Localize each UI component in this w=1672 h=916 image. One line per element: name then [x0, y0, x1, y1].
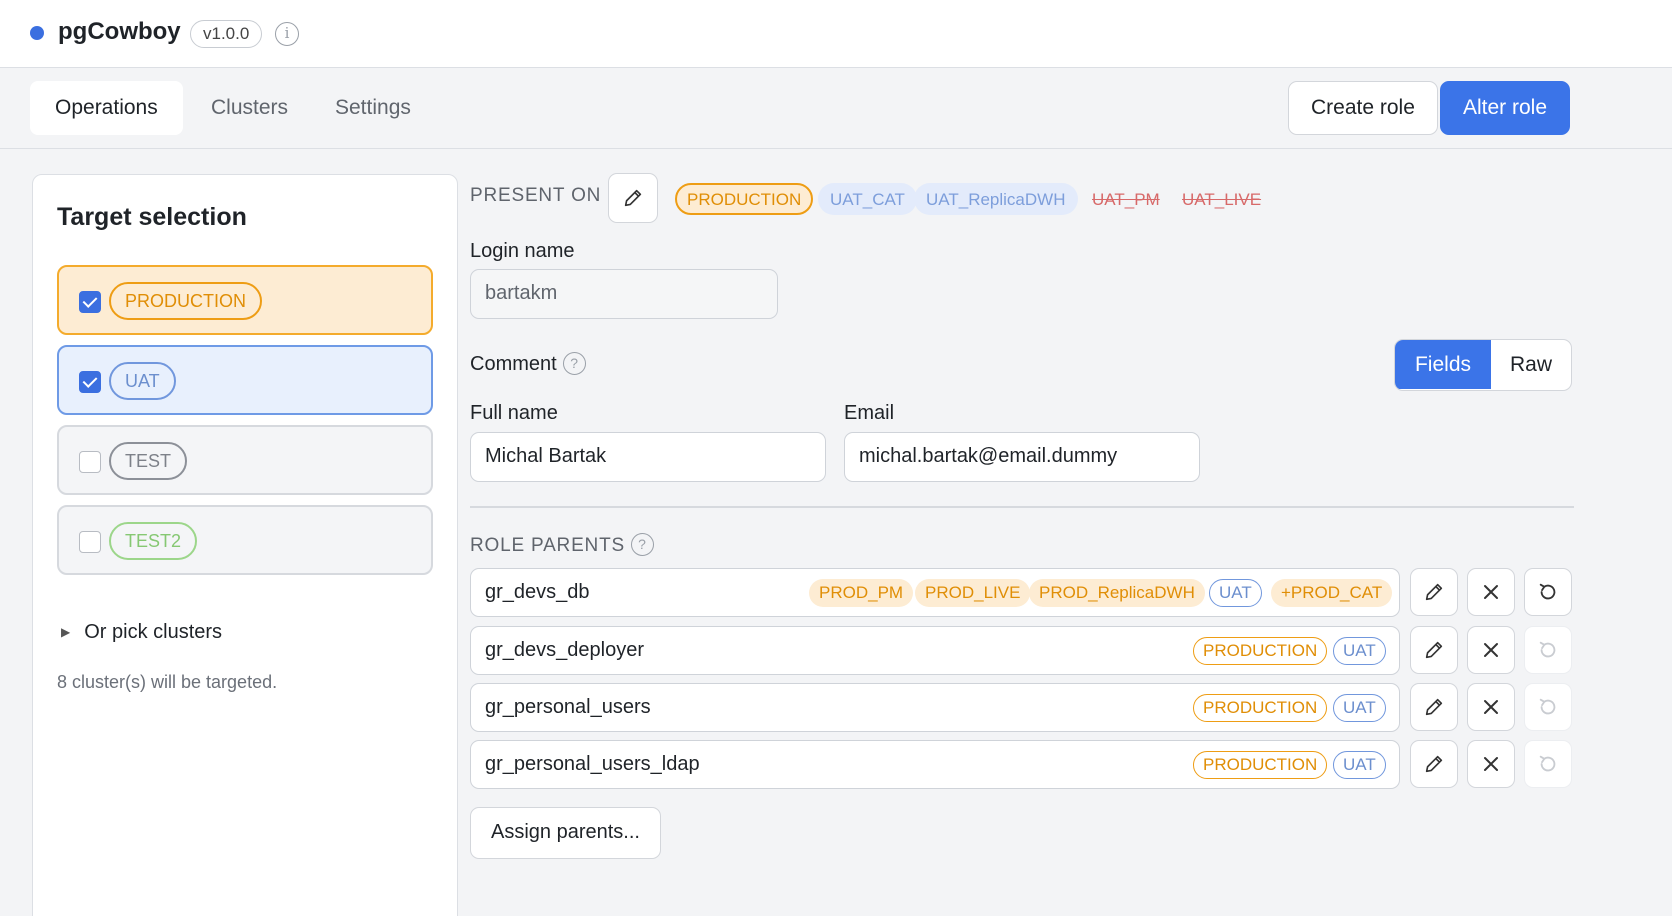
target-test2[interactable]: TEST2 [57, 505, 433, 575]
role-parent-row: gr_personal_users PRODUCTION UAT [470, 683, 1400, 732]
version-badge: v1.0.0 [190, 20, 263, 48]
role-parent-tag: UAT [1333, 694, 1386, 722]
role-parent-row: gr_personal_users_ldap PRODUCTION UAT [470, 740, 1400, 789]
caret-right-icon: ▶ [61, 625, 71, 639]
role-parent-row: gr_devs_db PROD_PM PROD_LIVE PROD_Replic… [470, 568, 1400, 617]
role-parent-tag: UAT [1209, 579, 1262, 607]
edit-present-on-button[interactable] [608, 173, 658, 223]
present-chip-uat-replicadwh: UAT_ReplicaDWH [914, 183, 1078, 215]
target-production[interactable]: PRODUCTION [57, 265, 433, 335]
section-divider [470, 506, 1574, 508]
revert-parent-button [1524, 740, 1572, 788]
login-name-input[interactable]: bartakm [470, 269, 778, 319]
pencil-icon [624, 189, 642, 207]
remove-parent-button[interactable] [1467, 626, 1515, 674]
undo-icon [1539, 583, 1556, 600]
alter-role-button[interactable]: Alter role [1440, 81, 1571, 135]
pencil-icon [1425, 641, 1443, 659]
test-checkbox[interactable] [79, 451, 101, 473]
tab-settings[interactable]: Settings [310, 81, 436, 135]
role-parent-tag: PROD_ReplicaDWH [1029, 579, 1205, 607]
raw-mode-button[interactable]: Raw [1491, 340, 1571, 389]
present-chip-uat-live: UAT_LIVE [1182, 190, 1262, 209]
login-name-label: Login name [470, 240, 575, 262]
fields-mode-button[interactable]: Fields [1395, 340, 1491, 389]
pick-clusters-toggle[interactable]: ▶ Or pick clusters [61, 621, 222, 644]
help-icon[interactable]: ? [562, 352, 586, 375]
role-parent-tag: UAT [1333, 751, 1386, 779]
present-chip-uat-cat: UAT_CAT [818, 183, 917, 215]
target-selection-panel: Target selection PRODUCTION UAT TEST TES… [32, 174, 458, 916]
revert-parent-button [1524, 683, 1572, 731]
status-dot-icon [30, 26, 44, 40]
role-parent-name: gr_personal_users_ldap [485, 753, 700, 775]
close-icon [1484, 700, 1498, 714]
edit-parent-button[interactable] [1410, 683, 1458, 731]
edit-parent-button[interactable] [1410, 626, 1458, 674]
present-chip-production: PRODUCTION [675, 183, 814, 215]
remove-parent-button[interactable] [1467, 568, 1515, 616]
create-role-button[interactable]: Create role [1288, 81, 1438, 135]
full-name-input[interactable]: Michal Bartak [470, 432, 826, 482]
production-chip: PRODUCTION [109, 282, 262, 320]
full-name-label: Full name [470, 402, 558, 424]
target-uat[interactable]: UAT [57, 345, 433, 415]
comment-label: Comment? [470, 352, 586, 376]
uat-checkbox[interactable] [79, 371, 101, 393]
present-on-label: PRESENT ON [470, 185, 602, 206]
undo-icon [1539, 755, 1556, 772]
close-icon [1484, 757, 1498, 771]
tab-operations[interactable]: Operations [30, 81, 183, 135]
email-input[interactable]: michal.bartak@email.dummy [844, 432, 1200, 482]
pencil-icon [1425, 755, 1443, 773]
content-area: Target selection PRODUCTION UAT TEST TES… [0, 149, 1672, 916]
role-parent-name: gr_devs_db [485, 581, 590, 603]
view-mode-toggle: Fields Raw [1394, 339, 1572, 391]
close-icon [1484, 643, 1498, 657]
test2-checkbox[interactable] [79, 531, 101, 553]
role-parent-tag: PRODUCTION [1193, 694, 1328, 722]
revert-parent-button[interactable] [1524, 568, 1572, 616]
uat-chip: UAT [109, 362, 176, 400]
panel-title: Target selection [57, 203, 247, 231]
app-header: pgCowboy v1.0.0 i [0, 0, 1672, 68]
email-label: Email [844, 402, 895, 424]
help-icon[interactable]: ? [630, 533, 654, 556]
role-parent-tag: UAT [1333, 637, 1386, 665]
assign-parents-button[interactable]: Assign parents... [470, 807, 661, 859]
main-toolbar: Operations Clusters Settings Create role… [0, 68, 1672, 149]
tab-clusters[interactable]: Clusters [186, 81, 313, 135]
close-icon [1484, 585, 1498, 599]
role-parent-row: gr_devs_deployer PRODUCTION UAT [470, 626, 1400, 675]
role-parents-label: ROLE PARENTS? [470, 533, 654, 557]
targeted-count: 8 cluster(s) will be targeted. [57, 672, 278, 692]
info-icon[interactable]: i [275, 22, 299, 46]
role-parent-tag: PRODUCTION [1193, 637, 1328, 665]
remove-parent-button[interactable] [1467, 740, 1515, 788]
undo-icon [1539, 698, 1556, 715]
target-test[interactable]: TEST [57, 425, 433, 495]
role-parent-tag: PROD_LIVE [915, 579, 1031, 607]
undo-icon [1539, 641, 1556, 658]
production-checkbox[interactable] [79, 291, 101, 313]
edit-parent-button[interactable] [1410, 568, 1458, 616]
present-chip-uat-pm: UAT_PM [1092, 190, 1160, 209]
pencil-icon [1425, 698, 1443, 716]
role-parent-name: gr_personal_users [485, 696, 651, 718]
edit-parent-button[interactable] [1410, 740, 1458, 788]
role-parent-tag: PROD_PM [809, 579, 914, 607]
app-title: pgCowboy [58, 18, 181, 45]
test-chip: TEST [109, 442, 188, 480]
role-parent-tag: PRODUCTION [1193, 751, 1328, 779]
remove-parent-button[interactable] [1467, 683, 1515, 731]
test2-chip: TEST2 [109, 522, 198, 560]
revert-parent-button [1524, 626, 1572, 674]
role-parent-tag: +PROD_CAT [1271, 579, 1393, 607]
pencil-icon [1425, 583, 1443, 601]
role-parent-name: gr_devs_deployer [485, 639, 644, 661]
